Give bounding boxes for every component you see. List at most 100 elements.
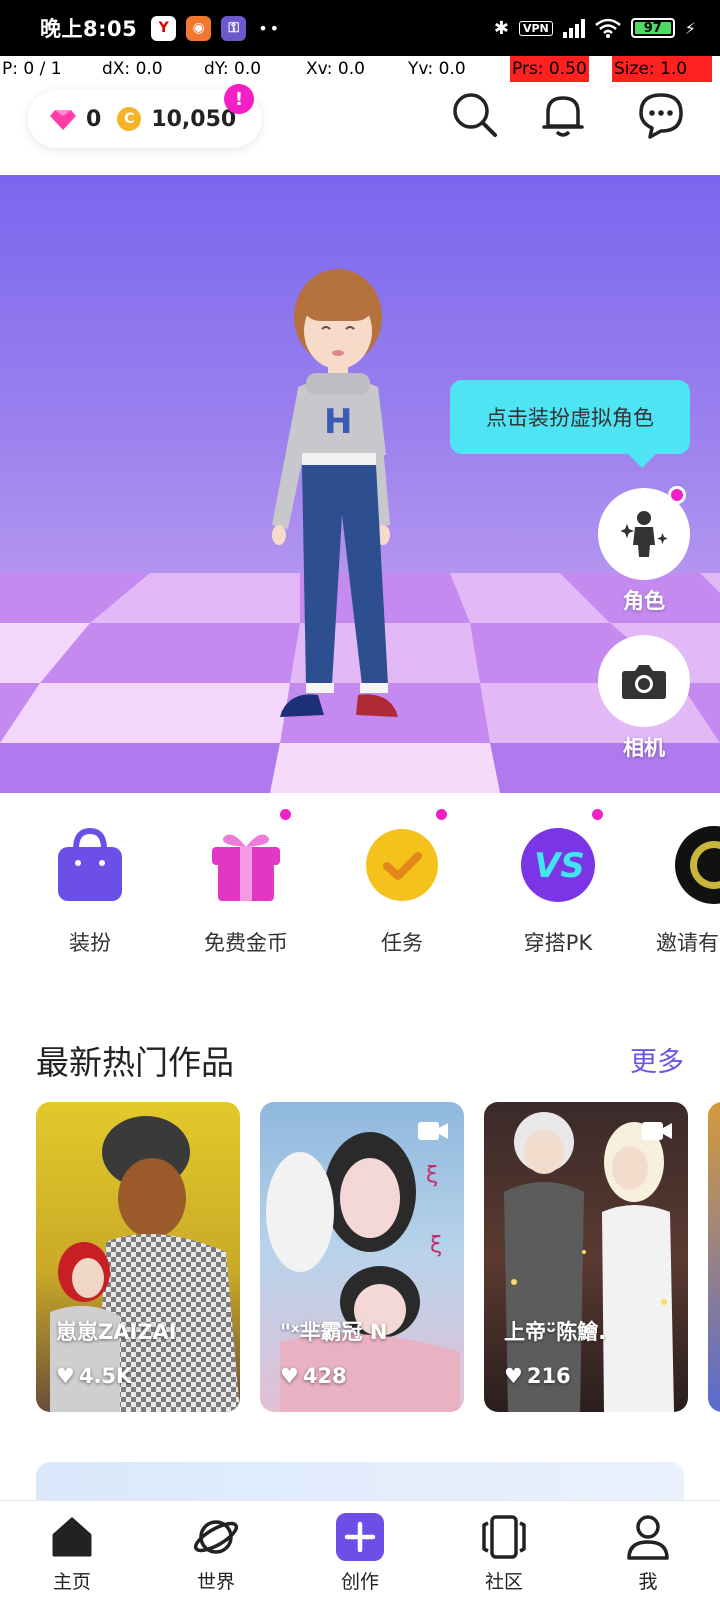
invite-icon xyxy=(674,825,720,905)
shortcut-label: 穿搭PK xyxy=(523,931,593,955)
debug-yv: Yv: 0.0 xyxy=(408,59,466,79)
nav-me[interactable]: 我 xyxy=(598,1513,698,1594)
work-likes: ♥ 4.5K xyxy=(56,1364,132,1388)
work-card[interactable]: 上帝ᵕ̈陈鱠. ♥ 216 xyxy=(484,1102,688,1412)
plus-icon xyxy=(336,1513,384,1561)
outfit-pk-badge xyxy=(592,809,603,820)
status-bar: 晚上8:05 Y ◉ ⚿ •• ✱ VPN 97 ⚡ xyxy=(0,0,720,56)
nav-label: 主页 xyxy=(52,1571,91,1593)
like-count: 4.5K xyxy=(78,1364,133,1388)
work-title: 崽崽ZAIZAI xyxy=(56,1320,177,1344)
avatar-character[interactable]: H xyxy=(262,265,412,735)
work-likes: ♥ 216 xyxy=(504,1364,571,1388)
nav-create[interactable]: 创作 xyxy=(310,1513,410,1594)
shortcut-label: 免费金币 xyxy=(204,931,288,955)
shortcut-label: 任务 xyxy=(381,931,423,955)
shortcut-row: 装扮 免费金币 任务 VS 穿搭PK 邀请有 xyxy=(0,809,720,965)
coin-icon: C xyxy=(117,107,142,131)
svg-text:VS: VS xyxy=(534,846,585,886)
camera-label: 相机 xyxy=(623,736,665,760)
work-card[interactable]: 崽崽ZAIZAI ♥ 4.5K xyxy=(36,1102,240,1412)
heart-icon: ♥ xyxy=(504,1364,523,1388)
character-new-badge xyxy=(668,486,686,504)
work-card[interactable] xyxy=(708,1102,720,1412)
top-header: 0 C 10,050 ! xyxy=(0,82,720,172)
debug-dy: dY: 0.0 xyxy=(204,59,262,79)
nav-label: 社区 xyxy=(484,1571,523,1593)
home-icon xyxy=(48,1513,96,1561)
nav-label: 我 xyxy=(638,1571,658,1593)
app-notification-icon: ◉ xyxy=(186,15,212,41)
nav-community[interactable]: 社区 xyxy=(454,1513,554,1594)
check-task-icon xyxy=(362,825,442,905)
like-count: 428 xyxy=(302,1364,347,1388)
battery-level: 97 xyxy=(643,20,662,36)
coin-count: 10,050 xyxy=(151,106,237,132)
camera-button[interactable] xyxy=(598,635,690,727)
debug-dx: dX: 0.0 xyxy=(102,59,163,79)
video-icon xyxy=(642,1122,672,1140)
free-coins-badge xyxy=(280,809,291,820)
more-link[interactable]: 更多 xyxy=(630,1040,684,1079)
svg-text:ξ: ξ xyxy=(430,1233,442,1258)
camera-icon xyxy=(622,665,666,699)
debug-pressure: Prs: 0.50 xyxy=(510,56,589,82)
svg-text:H: H xyxy=(324,402,352,442)
status-time: 晚上8:05 xyxy=(40,17,138,41)
bell-icon[interactable] xyxy=(538,90,588,140)
pointer-debug-overlay: P: 0 / 1 dX: 0.0 dY: 0.0 Xv: 0.0 Yv: 0.0… xyxy=(0,56,720,82)
vs-icon: VS xyxy=(518,825,598,905)
cards-stack-icon xyxy=(480,1513,528,1561)
bluetooth-icon: ✱ xyxy=(493,17,509,39)
heart-icon: ♥ xyxy=(280,1364,299,1388)
like-count: 216 xyxy=(526,1364,571,1388)
nav-world[interactable]: 世界 xyxy=(166,1513,266,1594)
user-icon xyxy=(624,1513,672,1561)
nav-home[interactable]: 主页 xyxy=(22,1513,122,1594)
more-notifications-icon: •• xyxy=(258,18,282,38)
shortcut-label: 装扮 xyxy=(69,931,111,955)
status-app-icons: Y ◉ ⚿ xyxy=(151,15,247,41)
nav-label: 创作 xyxy=(340,1571,379,1593)
debug-size: Size: 1.0 xyxy=(612,56,712,82)
diamond-icon xyxy=(50,110,76,130)
dress-up-tooltip[interactable]: 点击装扮虚拟角色 xyxy=(450,380,690,468)
wifi-icon xyxy=(594,18,621,38)
gem-count: 0 xyxy=(86,106,102,132)
work-likes: ♥ 428 xyxy=(280,1364,347,1388)
avatar-stage[interactable]: H 点击装扮虚拟角色 角色 相机 xyxy=(0,175,720,793)
section-title: 最新热门作品 xyxy=(36,1043,234,1082)
shortcut-dress-up[interactable]: 装扮 xyxy=(20,815,160,957)
key-icon: ⚿ xyxy=(221,15,247,41)
app-notification-icon: Y xyxy=(151,15,177,41)
chat-icon[interactable] xyxy=(636,90,686,140)
heart-icon: ♥ xyxy=(56,1364,75,1388)
alert-badge[interactable]: ! xyxy=(224,84,254,114)
character-label: 角色 xyxy=(623,589,665,613)
svg-text:ξ: ξ xyxy=(426,1163,438,1188)
bottom-nav: 主页 世界 创作 社区 我 xyxy=(0,1500,720,1600)
shortcut-free-coins[interactable]: 免费金币 xyxy=(176,809,316,957)
shopping-bag-icon xyxy=(50,825,130,905)
gift-icon xyxy=(206,825,286,905)
hot-works-list: 崽崽ZAIZAI ♥ 4.5K ξ ξ "ˣ芈霸冠 N ♥ 428 上帝ᵕ̈陈鱠… xyxy=(0,1102,720,1412)
charging-icon: ⚡ xyxy=(684,18,696,38)
work-title: 上帝ᵕ̈陈鱠. xyxy=(504,1320,607,1344)
debug-pointer: P: 0 / 1 xyxy=(2,59,62,79)
shortcut-tasks[interactable]: 任务 xyxy=(332,809,472,957)
signal-icon xyxy=(562,18,585,38)
shortcut-invite[interactable]: 邀请有 xyxy=(644,815,720,957)
planet-icon xyxy=(192,1513,240,1561)
work-card[interactable]: ξ ξ "ˣ芈霸冠 N ♥ 428 xyxy=(260,1102,464,1412)
nav-label: 世界 xyxy=(196,1571,235,1593)
debug-xv: Xv: 0.0 xyxy=(306,59,365,79)
battery-icon: 97 xyxy=(630,18,675,38)
shortcut-outfit-pk[interactable]: VS 穿搭PK xyxy=(488,809,628,957)
video-icon xyxy=(418,1122,448,1140)
search-icon[interactable] xyxy=(450,90,500,140)
status-indicators: ✱ VPN 97 ⚡ xyxy=(494,18,696,39)
shortcut-label: 邀请有 xyxy=(656,931,719,955)
vpn-badge: VPN xyxy=(518,20,553,36)
character-icon xyxy=(621,511,667,557)
work-title: "ˣ芈霸冠 N xyxy=(280,1320,388,1344)
